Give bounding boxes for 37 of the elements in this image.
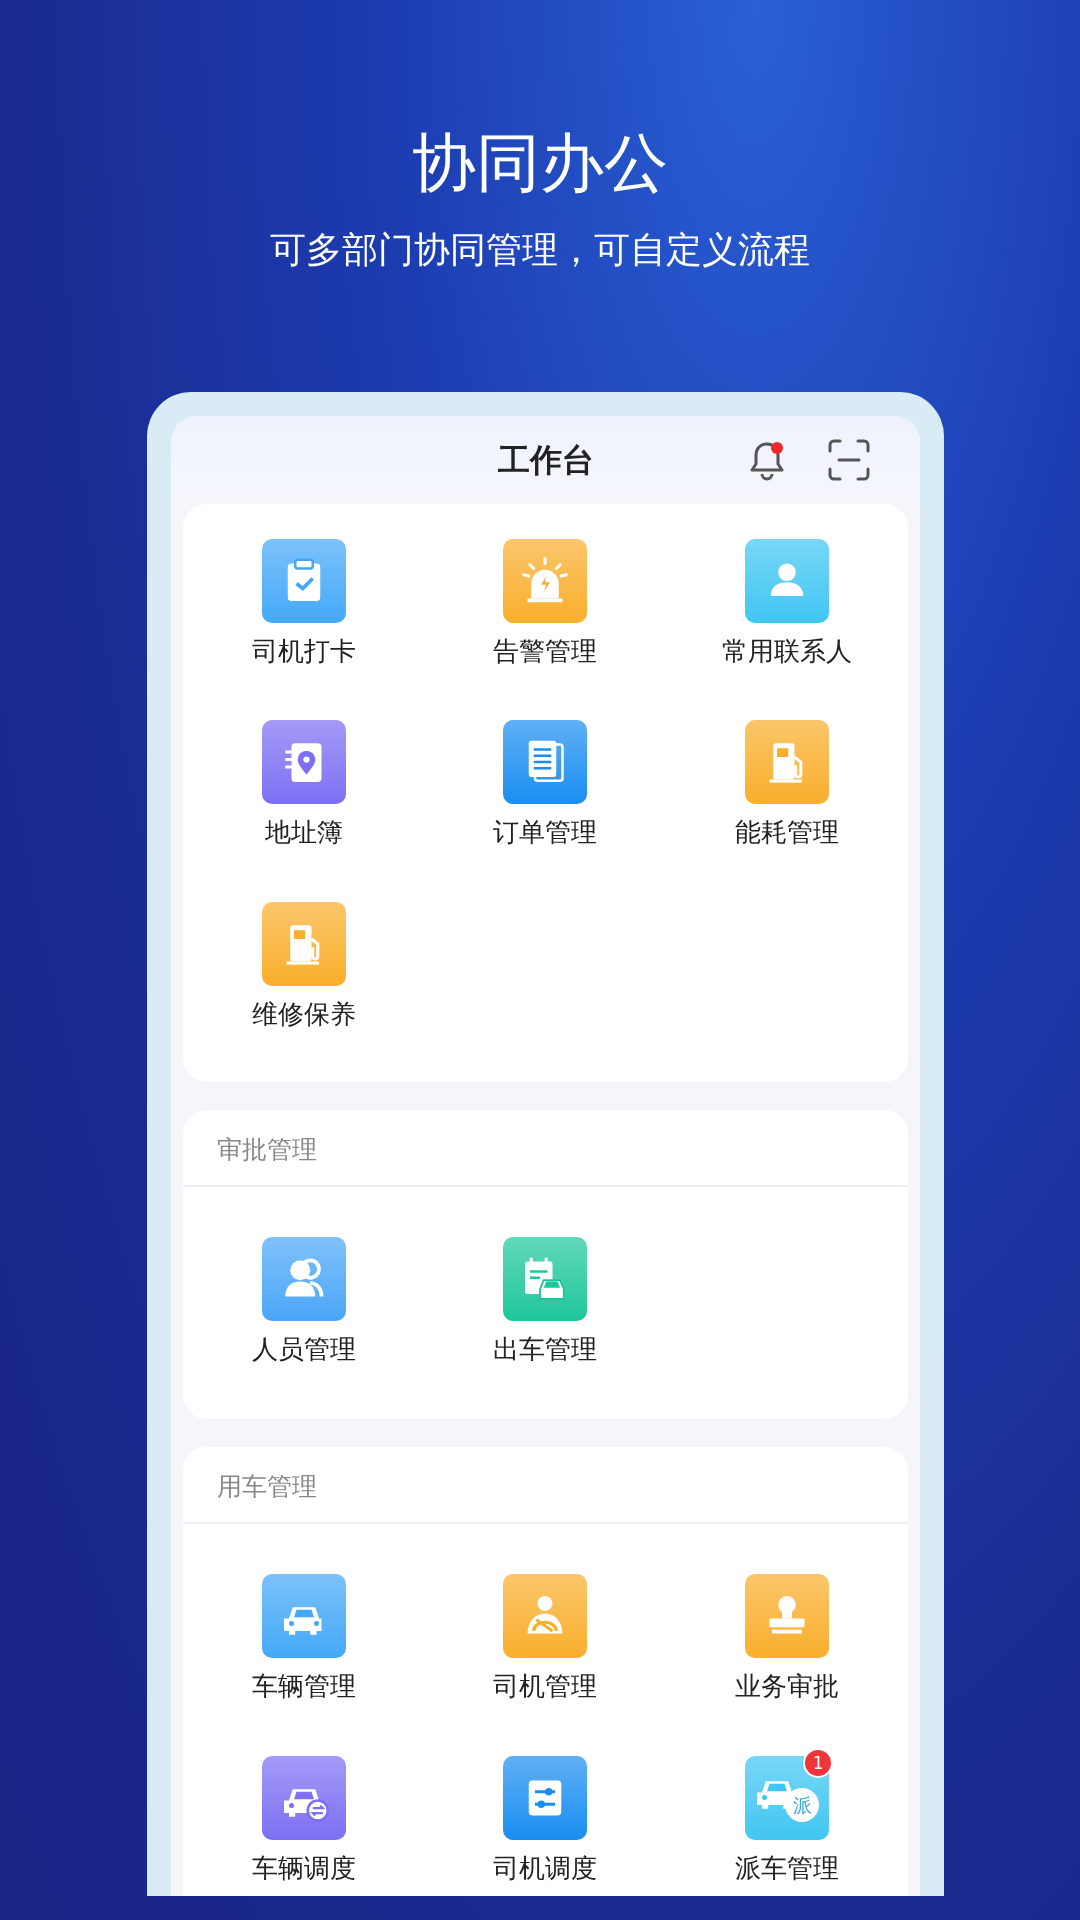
feature-label[interactable]: 业务审批 xyxy=(735,1669,840,1704)
feature-label[interactable]: 司机打卡 xyxy=(251,634,356,669)
feature-label[interactable]: 常用联系人 xyxy=(722,634,853,669)
feature-label[interactable]: 司机调度 xyxy=(493,1851,598,1886)
feature-label[interactable]: 出车管理 xyxy=(493,1332,598,1367)
feature-label[interactable]: 告警管理 xyxy=(493,634,598,669)
feature-label[interactable]: 司机管理 xyxy=(493,1669,598,1704)
count-badge: 1 xyxy=(803,1747,834,1778)
app-title: 工作台 xyxy=(497,439,594,481)
clipboard-tile-icon[interactable] xyxy=(261,538,346,623)
car-swap-tile-icon[interactable] xyxy=(261,1755,346,1840)
calendar-car-tile-icon[interactable] xyxy=(503,1236,588,1321)
feature-label[interactable]: 维修保养 xyxy=(251,998,356,1032)
stamp-tile-icon[interactable] xyxy=(745,1573,830,1658)
feature-label[interactable]: 人员管理 xyxy=(251,1332,356,1367)
tile-glyph: 派 xyxy=(785,1787,820,1822)
car-tile-icon[interactable] xyxy=(261,1573,346,1658)
people-tile-icon[interactable] xyxy=(261,1236,346,1321)
feature-label[interactable]: 订单管理 xyxy=(493,816,598,851)
section-title: 用车管理 xyxy=(183,1446,908,1524)
alarm-tile-icon[interactable] xyxy=(503,538,588,623)
feature-label[interactable]: 地址簿 xyxy=(264,816,343,851)
section-title: 审批管理 xyxy=(183,1109,908,1187)
driver-tile-icon[interactable] xyxy=(503,1573,588,1658)
address-tile-icon[interactable] xyxy=(261,720,346,805)
sliders-tile-icon[interactable] xyxy=(503,1755,588,1840)
fuel-tile-icon[interactable] xyxy=(745,720,830,805)
document-tile-icon[interactable] xyxy=(503,720,588,805)
feature-label[interactable]: 车辆管理 xyxy=(251,1669,356,1704)
feature-label[interactable]: 能耗管理 xyxy=(735,816,840,851)
person-tile-icon[interactable] xyxy=(745,538,830,623)
feature-label[interactable]: 派车管理 xyxy=(735,1851,840,1886)
feature-label[interactable]: 车辆调度 xyxy=(251,1851,356,1886)
scan-icon[interactable] xyxy=(827,437,871,482)
fuel-tile-icon[interactable] xyxy=(261,902,346,987)
headline: 协同办公 xyxy=(411,125,669,199)
subheadline: 可多部门协同管理，可自定义流程 xyxy=(269,228,811,272)
